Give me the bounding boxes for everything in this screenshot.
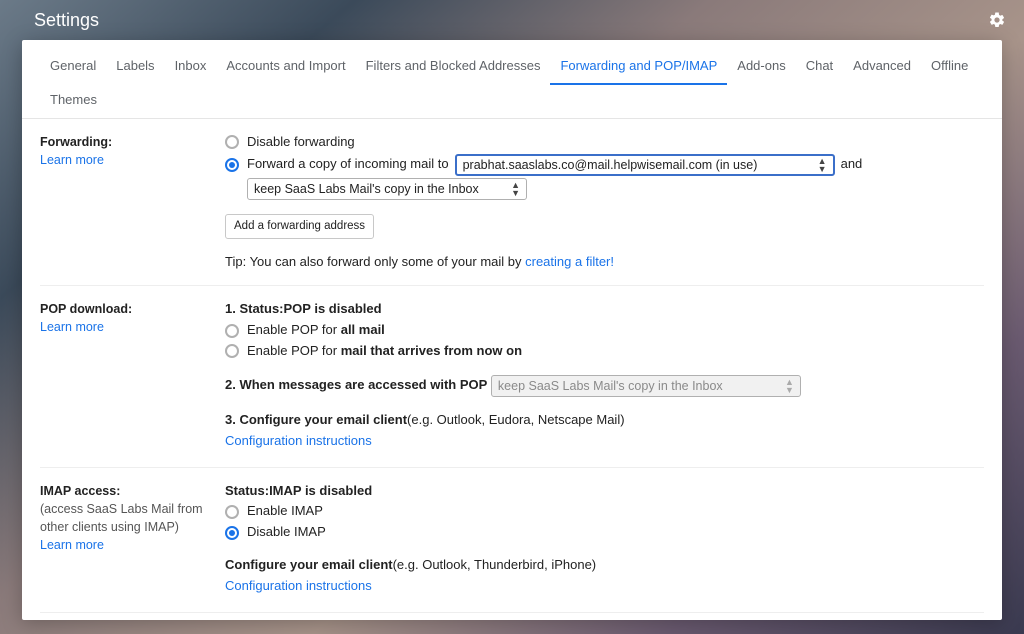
imap-configure-note: (e.g. Outlook, Thunderbird, iPhone) — [393, 556, 597, 575]
tab-forwarding-pop-imap[interactable]: Forwarding and POP/IMAP — [550, 50, 727, 85]
forward-and-label: and — [841, 155, 863, 174]
pop-messages-value: keep SaaS Labs Mail's copy in the Inbox — [498, 377, 723, 395]
radio-pop-now-on[interactable] — [225, 344, 239, 358]
imap-learn-more-link[interactable]: Learn more — [40, 536, 225, 554]
gear-icon[interactable] — [988, 11, 1006, 29]
pop-all-mail-prefix: Enable POP for — [247, 321, 337, 340]
disable-imap-label: Disable IMAP — [247, 523, 326, 542]
page-title: Settings — [34, 10, 99, 31]
tab-general[interactable]: General — [40, 50, 106, 85]
pop-status-value: POP is disabled — [284, 300, 382, 319]
tab-labels[interactable]: Labels — [106, 50, 164, 85]
tab-advanced[interactable]: Advanced — [843, 50, 921, 85]
radio-disable-imap[interactable] — [225, 526, 239, 540]
select-arrows-icon: ▲▼ — [818, 157, 827, 173]
pop-status-label: 1. Status: — [225, 300, 284, 319]
tab-chat[interactable]: Chat — [796, 50, 843, 85]
forwarding-learn-more-link[interactable]: Learn more — [40, 151, 225, 169]
section-pop: POP download: Learn more 1. Status: POP … — [40, 286, 984, 467]
imap-configure-label: Configure your email client — [225, 556, 393, 575]
pop-now-on-prefix: Enable POP for — [247, 342, 337, 361]
pop-config-instructions-link[interactable]: Configuration instructions — [225, 432, 372, 451]
forwarding-tip-text: Tip: You can also forward only some of y… — [225, 254, 525, 269]
section-imap: IMAP access: (access SaaS Labs Mail from… — [40, 468, 984, 613]
keep-copy-select[interactable]: keep SaaS Labs Mail's copy in the Inbox … — [247, 178, 527, 200]
forward-copy-label: Forward a copy of incoming mail to — [247, 155, 449, 174]
settings-tabs: General Labels Inbox Accounts and Import… — [22, 40, 1002, 119]
imap-subtitle: (access SaaS Labs Mail from other client… — [40, 500, 225, 536]
imap-status-value: IMAP is disabled — [269, 482, 372, 501]
keep-copy-value: keep SaaS Labs Mail's copy in the Inbox — [254, 180, 479, 198]
pop-configure-note: (e.g. Outlook, Eudora, Netscape Mail) — [407, 411, 625, 430]
select-arrows-icon: ▲▼ — [511, 181, 520, 197]
radio-forward-copy[interactable] — [225, 158, 239, 172]
tab-filters[interactable]: Filters and Blocked Addresses — [356, 50, 551, 85]
footer-actions: Save Changes Cancel — [40, 613, 984, 620]
forward-address-value: prabhat.saaslabs.co@mail.helpwisemail.co… — [463, 156, 758, 174]
tab-addons[interactable]: Add-ons — [727, 50, 795, 85]
settings-header: Settings — [0, 0, 1024, 40]
pop-title: POP download: — [40, 300, 225, 318]
pop-messages-label: 2. When messages are accessed with POP — [225, 376, 487, 395]
imap-title: IMAP access: — [40, 482, 225, 500]
pop-now-on-bold: mail that arrives from now on — [341, 342, 522, 361]
create-filter-link[interactable]: creating a filter! — [525, 254, 614, 269]
tab-accounts-import[interactable]: Accounts and Import — [216, 50, 355, 85]
section-forwarding: Forwarding: Learn more Disable forwardin… — [40, 119, 984, 286]
pop-learn-more-link[interactable]: Learn more — [40, 318, 225, 336]
disable-forwarding-label: Disable forwarding — [247, 133, 355, 152]
settings-panel: General Labels Inbox Accounts and Import… — [22, 40, 1002, 620]
pop-messages-select: keep SaaS Labs Mail's copy in the Inbox … — [491, 375, 801, 397]
radio-disable-forwarding[interactable] — [225, 135, 239, 149]
imap-config-instructions-link[interactable]: Configuration instructions — [225, 577, 372, 596]
tab-themes[interactable]: Themes — [40, 84, 107, 119]
tab-offline[interactable]: Offline — [921, 50, 978, 85]
radio-pop-all-mail[interactable] — [225, 324, 239, 338]
imap-status-label: Status: — [225, 482, 269, 501]
tab-inbox[interactable]: Inbox — [165, 50, 217, 85]
radio-enable-imap[interactable] — [225, 505, 239, 519]
settings-content: Forwarding: Learn more Disable forwardin… — [22, 119, 1002, 620]
forward-address-select[interactable]: prabhat.saaslabs.co@mail.helpwisemail.co… — [455, 154, 835, 176]
select-arrows-icon: ▲▼ — [785, 378, 794, 394]
add-forwarding-address-button[interactable]: Add a forwarding address — [225, 214, 374, 239]
enable-imap-label: Enable IMAP — [247, 502, 323, 521]
forwarding-title: Forwarding: — [40, 133, 225, 151]
pop-all-mail-bold: all mail — [341, 321, 385, 340]
pop-configure-label: 3. Configure your email client — [225, 411, 407, 430]
